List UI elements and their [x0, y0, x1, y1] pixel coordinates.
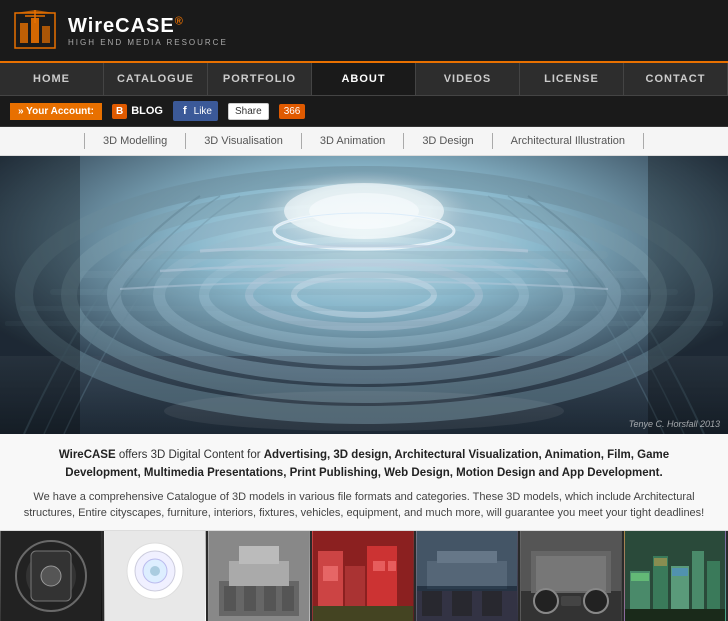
- blog-label: BLOG: [131, 105, 163, 117]
- share-count: 366: [279, 104, 306, 119]
- thumb-3[interactable]: [208, 531, 312, 621]
- brand-name: WireCASE: [59, 449, 116, 461]
- hero-image: Tenye C. Horsfall 2013: [0, 156, 728, 434]
- nav-catalogue[interactable]: CATALOGUE: [104, 63, 208, 95]
- facebook-icon: f: [179, 103, 191, 119]
- your-account-button[interactable]: Your Account:: [10, 103, 102, 120]
- logo-subtitle: HIGH END MEDIA RESOURCE: [68, 38, 228, 47]
- share-button[interactable]: Share: [228, 103, 269, 120]
- logo-trademark: ®: [175, 15, 184, 27]
- nav-videos[interactable]: VIDEOS: [416, 63, 520, 95]
- subnav-3d-animation[interactable]: 3D Animation: [302, 133, 404, 149]
- nav-about[interactable]: ABOUT: [312, 63, 416, 95]
- subnav-3d-modelling[interactable]: 3D Modelling: [84, 133, 186, 149]
- nav-contact[interactable]: CONTACT: [624, 63, 728, 95]
- blogger-icon: B: [112, 104, 127, 119]
- main-nav: HOME CATALOGUE PORTFOLIO ABOUT VIDEOS LI…: [0, 63, 728, 96]
- nav-license[interactable]: LICENSE: [520, 63, 624, 95]
- subnav-3d-visualisation[interactable]: 3D Visualisation: [186, 133, 302, 149]
- hero-credit: Tenye C. Horsfall 2013: [629, 419, 720, 429]
- logo-title: WireCASE®: [68, 15, 228, 38]
- header: WireCASE® HIGH END MEDIA RESOURCE: [0, 0, 728, 63]
- description-secondary: We have a comprehensive Catalogue of 3D …: [20, 489, 708, 522]
- nav-portfolio[interactable]: PORTFOLIO: [208, 63, 312, 95]
- like-label: Like: [194, 106, 212, 117]
- subnav: 3D Modelling 3D Visualisation 3D Animati…: [0, 127, 728, 156]
- blog-button[interactable]: B BLOG: [112, 104, 163, 119]
- description-main: WireCASE offers 3D Digital Content for A…: [20, 446, 708, 483]
- logo-wire: Wire: [68, 15, 115, 37]
- nav-home[interactable]: HOME: [0, 63, 104, 95]
- thumbnail-strip: [0, 531, 728, 621]
- thumb-4[interactable]: [312, 531, 416, 621]
- logo-case: CASE: [115, 15, 175, 37]
- secondary-bar: Your Account: B BLOG f Like Share 366: [0, 96, 728, 127]
- hero-svg: [0, 156, 728, 434]
- logo-icon: [10, 8, 60, 53]
- desc-intro: offers 3D Digital Content for: [116, 449, 264, 461]
- thumb-2[interactable]: [104, 531, 208, 621]
- subnav-3d-design[interactable]: 3D Design: [404, 133, 492, 149]
- logo-text-area: WireCASE® HIGH END MEDIA RESOURCE: [68, 15, 228, 47]
- thumb-7[interactable]: [624, 531, 728, 621]
- subnav-architectural-illustration[interactable]: Architectural Illustration: [493, 133, 644, 149]
- logo-area: WireCASE® HIGH END MEDIA RESOURCE: [10, 8, 228, 53]
- facebook-like-button[interactable]: f Like: [173, 101, 218, 121]
- thumb-5[interactable]: [416, 531, 520, 621]
- share-label: Share: [235, 106, 262, 117]
- thumb-1[interactable]: [0, 531, 104, 621]
- thumb-6[interactable]: [520, 531, 624, 621]
- description-area: WireCASE offers 3D Digital Content for A…: [0, 434, 728, 531]
